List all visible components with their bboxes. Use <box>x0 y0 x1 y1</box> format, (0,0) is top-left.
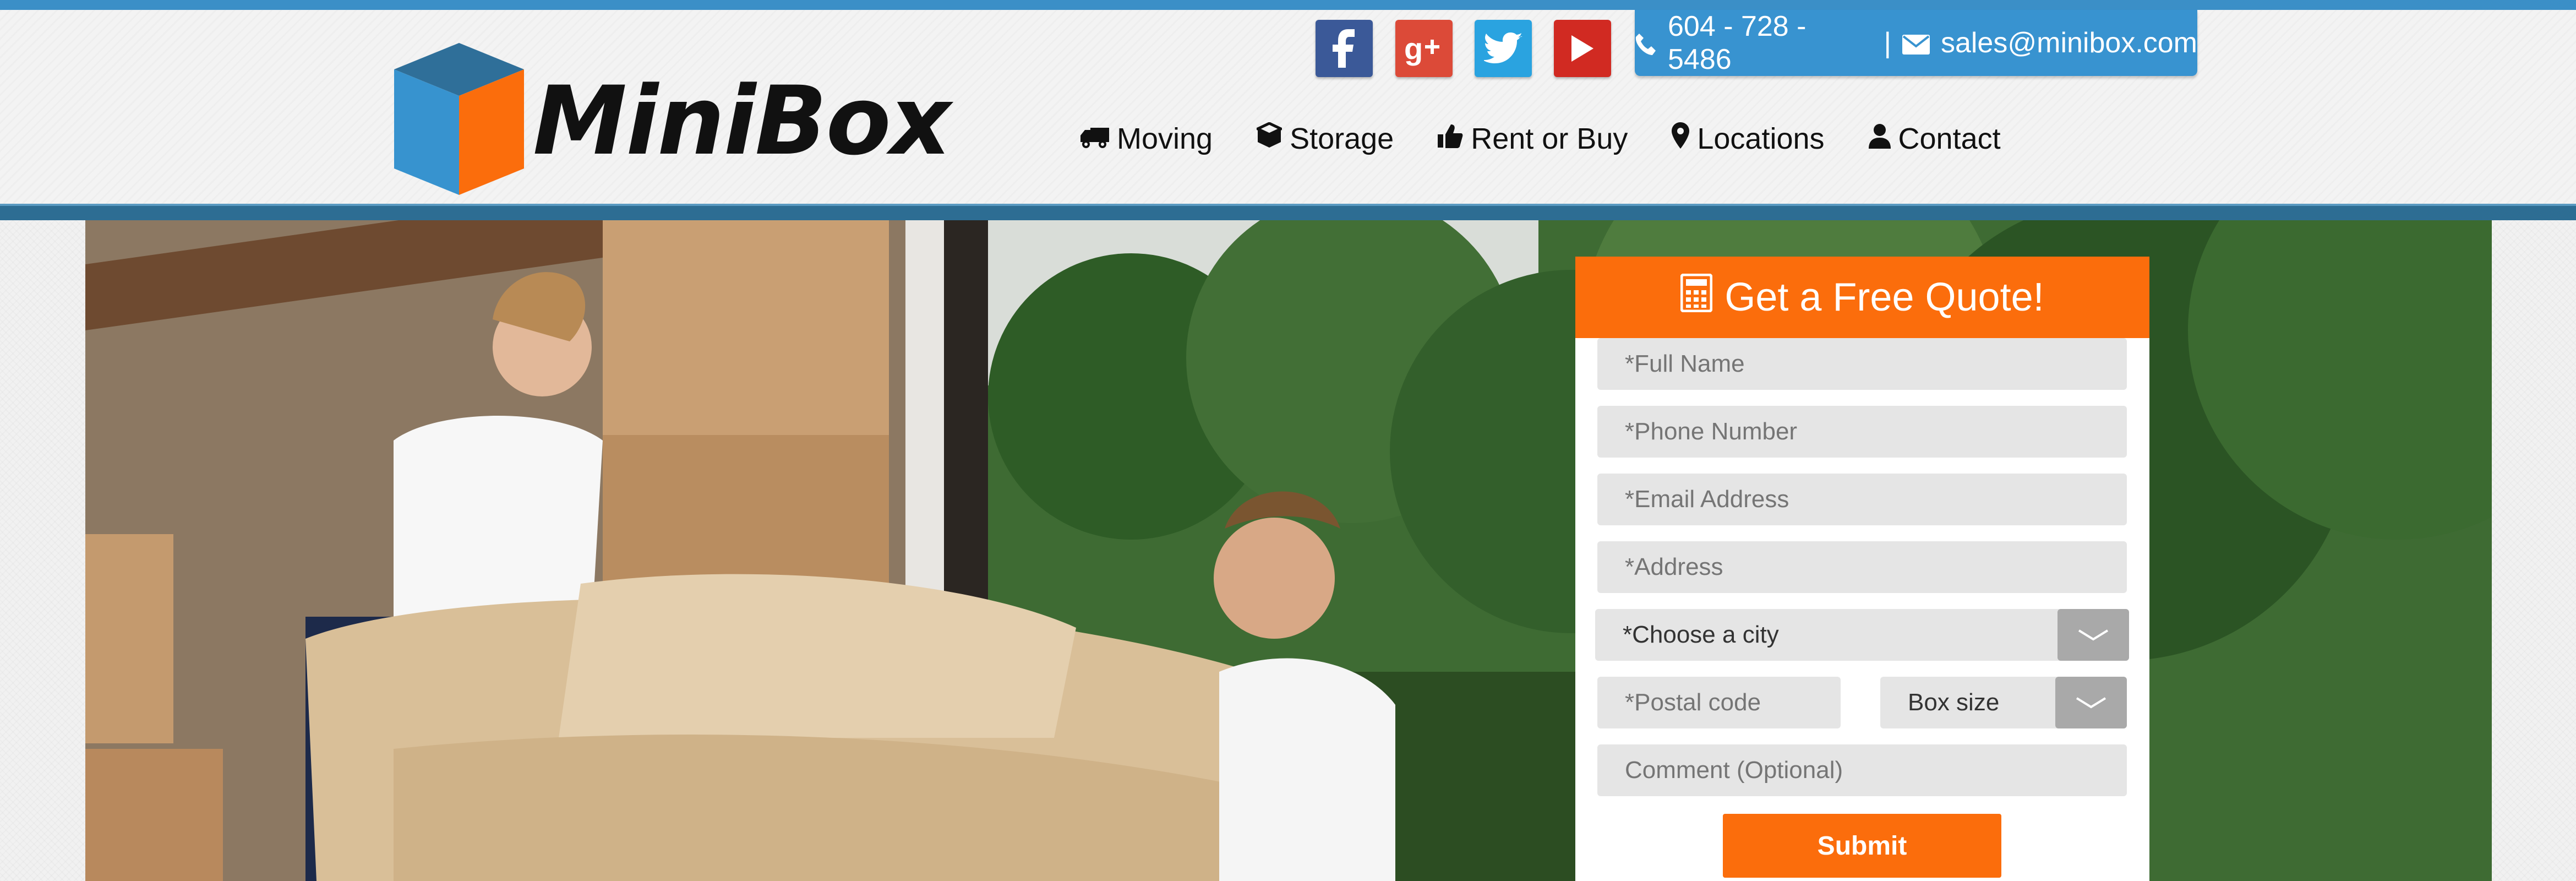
top-accent-bar <box>0 0 2576 10</box>
calculator-icon <box>1680 273 1713 322</box>
contact-separator: | <box>1884 27 1891 59</box>
logo-icon[interactable] <box>391 43 527 198</box>
mail-icon <box>1902 26 1930 59</box>
header-divider <box>0 204 2576 220</box>
nav-label: Contact <box>1898 122 2001 155</box>
email-address[interactable]: sales@minibox.com <box>1941 26 2197 59</box>
quote-form-header: Get a Free Quote! <box>1575 257 2149 338</box>
address-field[interactable] <box>1597 541 2127 593</box>
email-field[interactable] <box>1597 474 2127 525</box>
full-name-input[interactable] <box>1625 350 2127 378</box>
box-size-select-value: Box size <box>1908 689 2000 716</box>
nav-item-rent-or-buy[interactable]: Rent or Buy <box>1438 122 1628 156</box>
map-marker-icon <box>1672 122 1690 156</box>
address-input[interactable] <box>1625 553 2127 581</box>
postal-code-input[interactable] <box>1625 689 1841 716</box>
submit-button[interactable]: Submit <box>1723 814 2001 878</box>
nav-label: Moving <box>1117 122 1213 155</box>
quote-form: Get a Free Quote! *Choose a city Box siz… <box>1575 257 2149 881</box>
city-select-value: *Choose a city <box>1623 621 1779 648</box>
thumbs-up-icon <box>1438 122 1463 156</box>
phone-input[interactable] <box>1625 418 2127 445</box>
logo-text[interactable]: MiniBox <box>533 66 951 176</box>
nav-item-contact[interactable]: Contact <box>1868 122 2001 156</box>
full-name-field[interactable] <box>1597 338 2127 390</box>
postal-code-field[interactable] <box>1597 677 1841 728</box>
contact-bar: 604 - 728 - 5486 | sales@minibox.com <box>1635 10 2197 76</box>
nav-item-locations[interactable]: Locations <box>1672 122 1825 156</box>
user-icon <box>1868 122 1891 156</box>
comment-field[interactable] <box>1597 744 2127 796</box>
truck-icon <box>1080 122 1109 156</box>
main-nav: Moving Storage Rent or Buy Locations Con… <box>1080 117 2001 161</box>
phone-number[interactable]: 604 - 728 - 5486 <box>1668 10 1873 76</box>
twitter-icon[interactable] <box>1475 20 1532 77</box>
chevron-down-icon[interactable] <box>2055 677 2127 728</box>
nav-label: Storage <box>1290 122 1394 155</box>
google-plus-icon[interactable]: g <box>1395 20 1453 77</box>
nav-item-moving[interactable]: Moving <box>1080 122 1213 156</box>
phone-field[interactable] <box>1597 406 2127 458</box>
facebook-icon[interactable] <box>1316 20 1373 77</box>
nav-label: Rent or Buy <box>1471 122 1628 155</box>
quote-form-title: Get a Free Quote! <box>1724 275 2044 319</box>
nav-item-storage[interactable]: Storage <box>1254 122 1394 156</box>
youtube-icon[interactable] <box>1554 20 1611 77</box>
city-select[interactable]: *Choose a city <box>1595 609 2129 661</box>
phone-icon <box>1635 26 1657 59</box>
cube-icon <box>1254 122 1284 156</box>
chevron-down-icon[interactable] <box>2057 609 2129 661</box>
nav-label: Locations <box>1697 122 1825 155</box>
svg-text:g: g <box>1404 31 1423 66</box>
box-size-select[interactable]: Box size <box>1880 677 2127 728</box>
email-input[interactable] <box>1625 486 2127 513</box>
comment-input[interactable] <box>1625 757 2127 784</box>
